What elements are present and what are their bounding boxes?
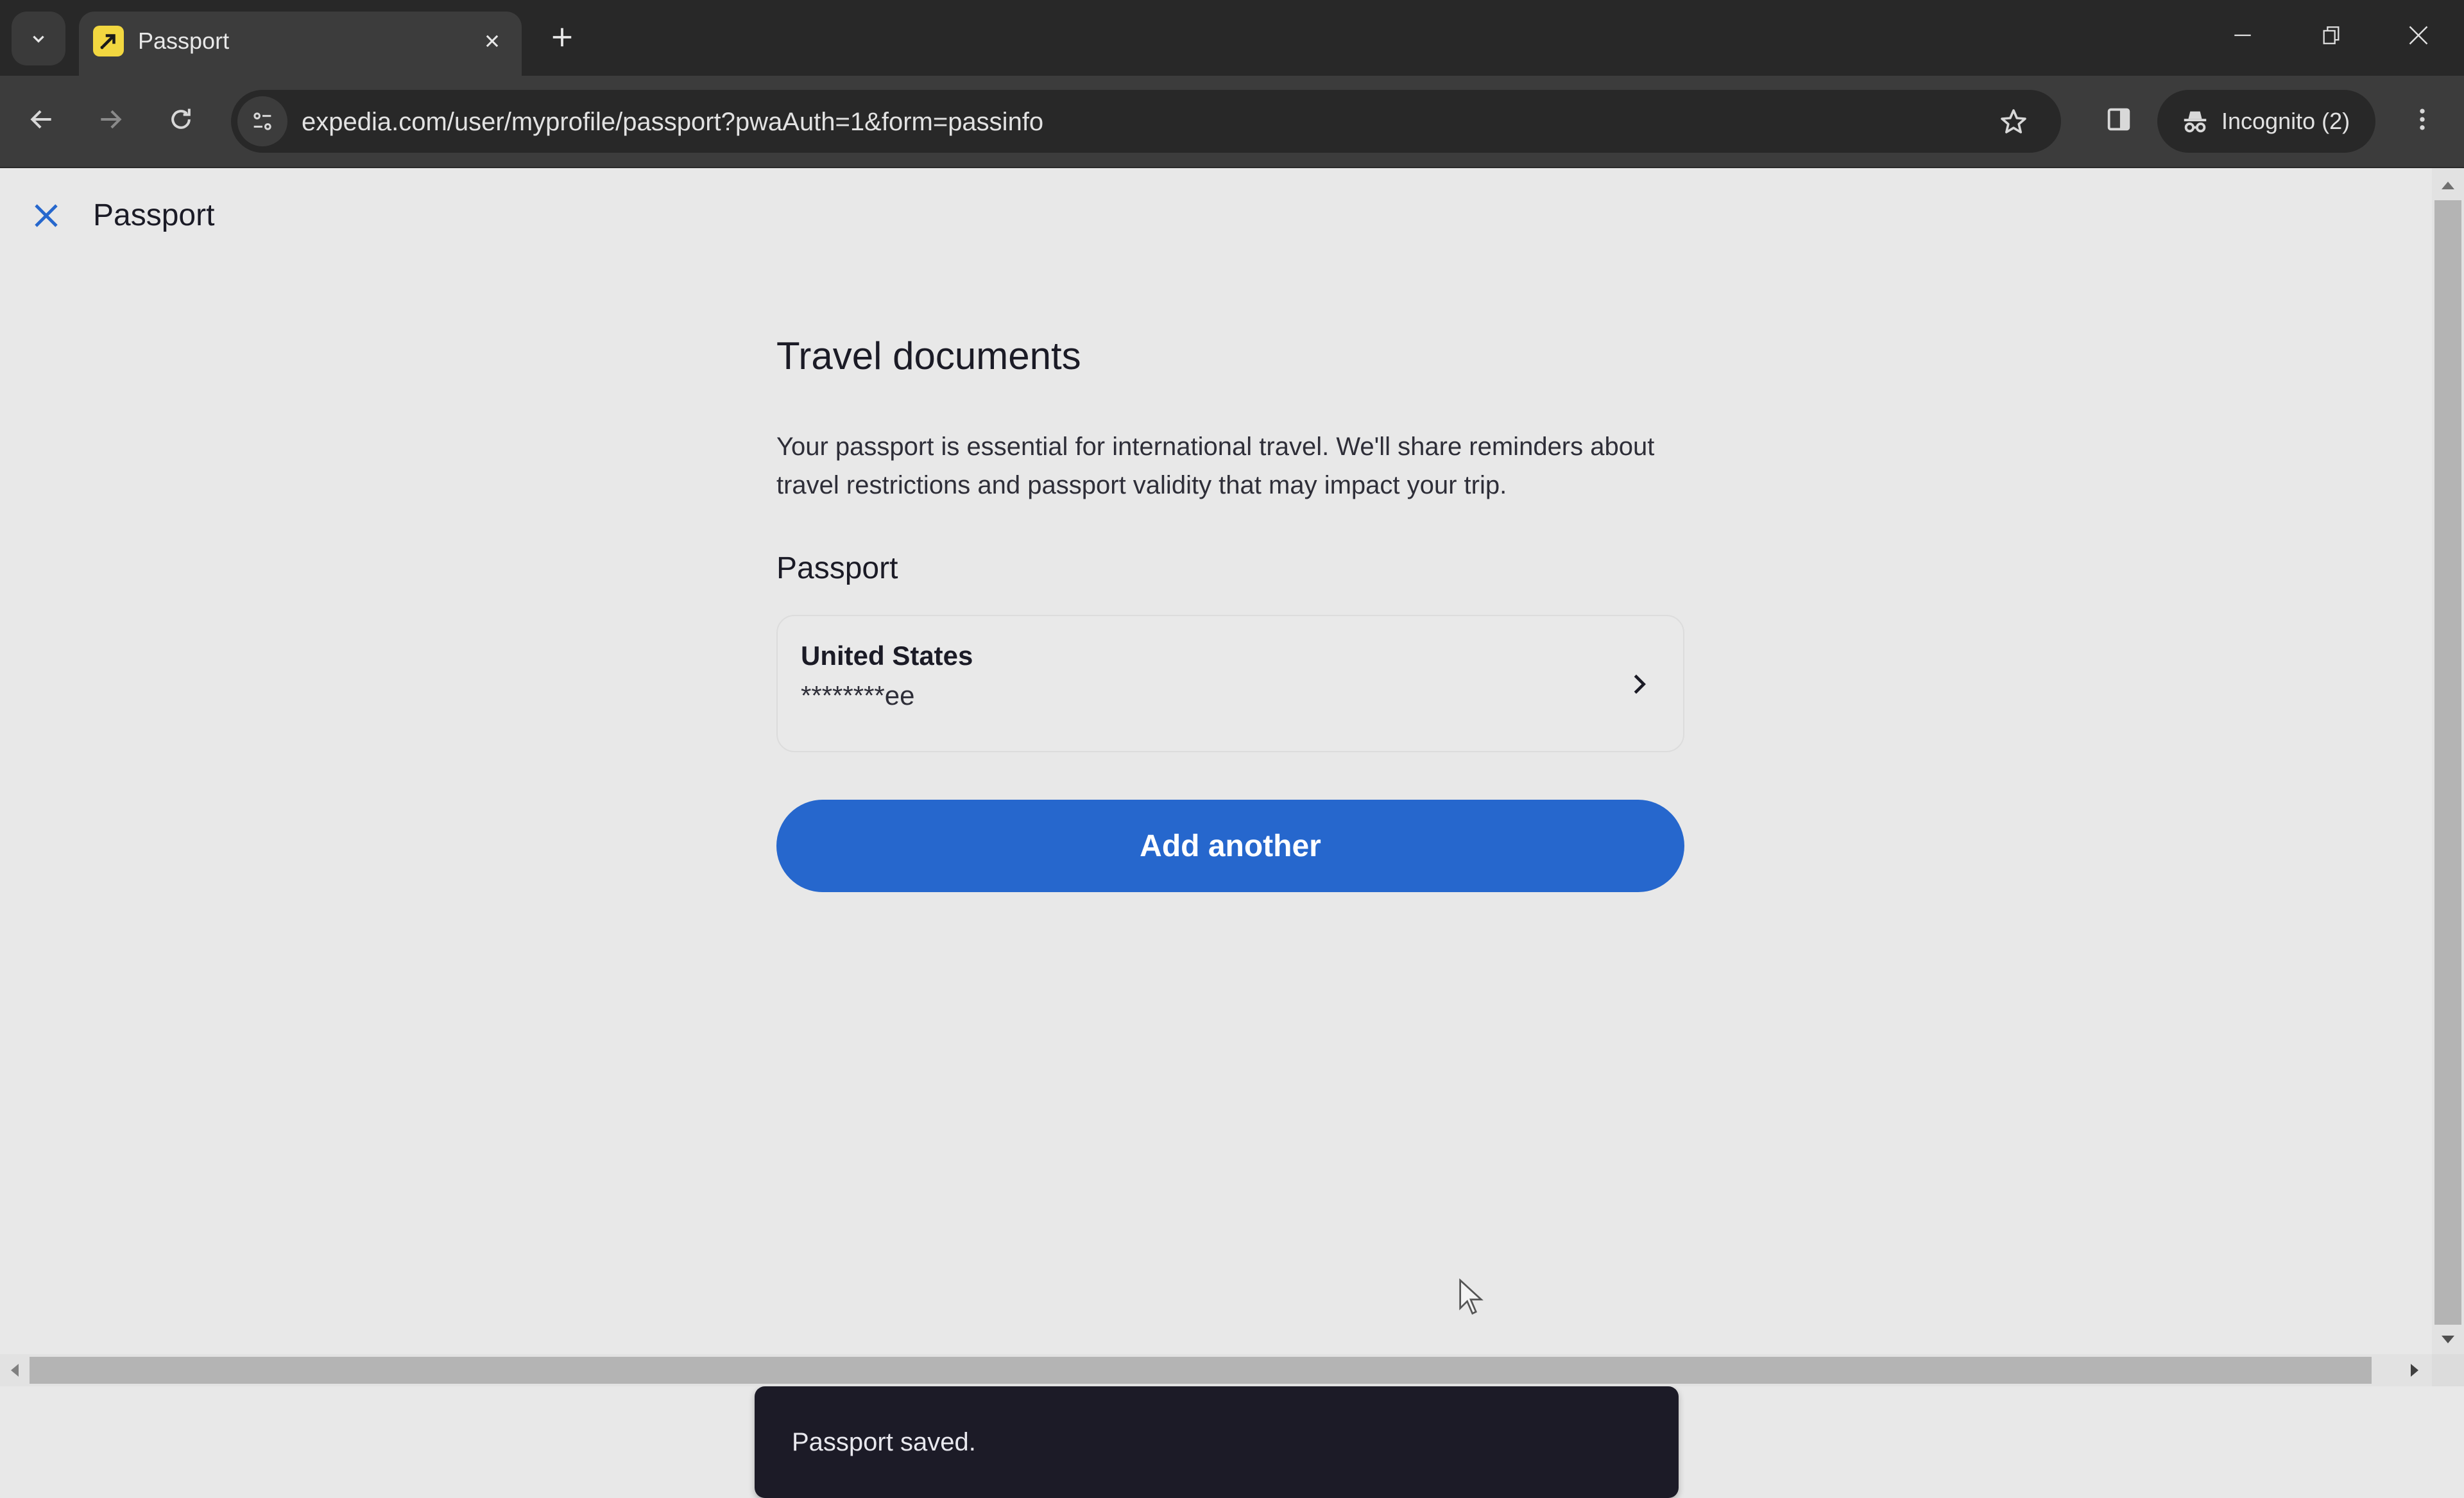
browser-tab-strip: Passport xyxy=(0,0,2464,76)
kebab-menu-icon xyxy=(2420,108,2425,130)
triangle-up-icon xyxy=(2442,182,2454,189)
toast-notification: Passport saved. xyxy=(755,1386,1679,1498)
new-tab-button[interactable] xyxy=(543,18,581,56)
browser-tab-active[interactable]: Passport xyxy=(79,12,522,76)
site-info-button[interactable] xyxy=(237,96,287,146)
passport-country: United States xyxy=(801,641,973,671)
page-content: Passport Travel documents Your passport … xyxy=(0,168,2432,1498)
close-icon xyxy=(486,35,499,47)
close-icon xyxy=(35,204,58,227)
vertical-scrollbar-thumb[interactable] xyxy=(2434,200,2461,1325)
chevron-down-icon xyxy=(33,35,44,43)
passport-card[interactable]: United States ********ee xyxy=(776,615,1684,752)
side-panel-button[interactable] xyxy=(2093,94,2144,145)
forward-button[interactable] xyxy=(85,94,136,145)
plus-icon xyxy=(552,28,572,47)
reload-button[interactable] xyxy=(155,94,207,145)
arrow-right-icon xyxy=(101,110,122,129)
page-title: Passport xyxy=(93,198,215,232)
mouse-cursor-icon xyxy=(1459,1278,1484,1315)
address-bar[interactable]: expedia.com/user/myprofile/passport?pwaA… xyxy=(231,90,2061,153)
tab-search-button[interactable] xyxy=(12,12,65,65)
section-heading: Travel documents xyxy=(776,334,1081,377)
minimize-icon xyxy=(2234,34,2251,37)
browser-toolbar: expedia.com/user/myprofile/passport?pwaA… xyxy=(0,76,2464,168)
browser-menu-button[interactable] xyxy=(2397,94,2448,145)
arrow-left-icon xyxy=(30,110,51,129)
incognito-icon xyxy=(2184,111,2207,133)
passport-number-masked: ********ee xyxy=(801,680,915,710)
triangle-right-icon xyxy=(2411,1364,2418,1377)
section-description: Your passport is essential for internati… xyxy=(776,433,1655,499)
incognito-profile-button[interactable]: Incognito (2) xyxy=(2157,90,2375,153)
url-text[interactable]: expedia.com/user/myprofile/passport?pwaA… xyxy=(302,107,1043,137)
triangle-down-icon xyxy=(2442,1336,2454,1343)
chevron-right-icon xyxy=(1621,666,1657,702)
star-icon xyxy=(2001,109,2026,133)
reload-icon xyxy=(171,108,191,129)
tab-close-button[interactable] xyxy=(477,26,508,56)
tab-title: Passport xyxy=(138,28,230,54)
restore-icon xyxy=(2323,26,2340,44)
add-another-button[interactable]: Add another xyxy=(776,800,1684,892)
scroll-left-button[interactable] xyxy=(0,1354,30,1386)
tune-icon xyxy=(253,112,271,130)
scrollbar-corner xyxy=(2432,1354,2464,1386)
passport-subheading: Passport xyxy=(776,551,898,585)
expedia-logo-icon xyxy=(93,26,124,56)
scroll-up-button[interactable] xyxy=(2432,171,2464,200)
restore-window-button[interactable] xyxy=(2302,13,2360,58)
bookmark-button[interactable] xyxy=(1996,104,2032,140)
scroll-right-button[interactable] xyxy=(2400,1354,2429,1386)
horizontal-scrollbar[interactable] xyxy=(0,1354,2432,1386)
minimize-window-button[interactable] xyxy=(2214,13,2272,58)
close-page-button[interactable] xyxy=(26,195,67,236)
horizontal-scrollbar-thumb[interactable] xyxy=(30,1357,2372,1384)
incognito-label: Incognito (2) xyxy=(2221,108,2350,134)
side-panel-icon xyxy=(2107,108,2130,131)
close-window-button[interactable] xyxy=(2390,13,2447,58)
toast-message: Passport saved. xyxy=(792,1428,976,1456)
back-button[interactable] xyxy=(16,94,67,145)
scroll-down-button[interactable] xyxy=(2432,1325,2464,1354)
close-icon xyxy=(2409,26,2428,45)
triangle-left-icon xyxy=(11,1364,19,1377)
vertical-scrollbar[interactable] xyxy=(2432,168,2464,1354)
